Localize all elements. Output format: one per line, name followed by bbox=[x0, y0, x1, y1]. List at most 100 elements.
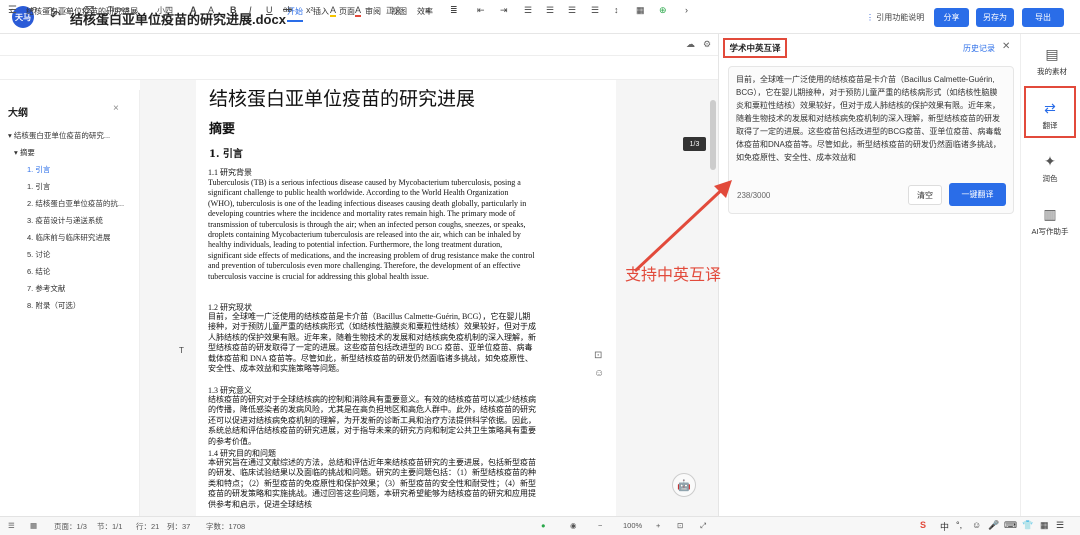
zoom-level[interactable]: 100% bbox=[623, 521, 642, 530]
emoji-icon[interactable]: ☺ bbox=[594, 368, 604, 379]
outline-item[interactable]: ▾ 结核蛋白亚单位疫苗的研究... bbox=[8, 130, 110, 141]
ime-cn-icon[interactable]: 中 bbox=[940, 520, 949, 533]
outdent-icon[interactable]: ⇤ bbox=[477, 5, 485, 16]
outline-item[interactable]: 3. 疫苗设计与递送系统 bbox=[27, 215, 103, 226]
align-center-icon[interactable]: ☰ bbox=[546, 5, 554, 16]
zoom-out-icon[interactable]: − bbox=[598, 521, 602, 530]
outline-item[interactable]: 2. 结核蛋白亚单位疫苗的抗... bbox=[27, 198, 124, 209]
save-as-button[interactable]: 另存为 bbox=[976, 8, 1014, 27]
underline-button[interactable]: U bbox=[266, 5, 273, 15]
fit-page-icon[interactable]: ⊡ bbox=[677, 521, 683, 530]
highlight-button[interactable]: A bbox=[330, 5, 337, 17]
history-link[interactable]: 历史记录 bbox=[963, 43, 995, 54]
grow-font-icon[interactable]: A bbox=[190, 5, 197, 15]
align-left-icon[interactable]: ☰ bbox=[524, 5, 532, 16]
tab-page[interactable]: 页面 bbox=[339, 6, 355, 17]
status-col: 列：37 bbox=[167, 522, 191, 531]
outline-item[interactable]: ▾ 摘要 bbox=[14, 147, 35, 158]
cite-help-link[interactable]: 引用功能说明 bbox=[866, 12, 924, 23]
clear-button[interactable]: 清空 bbox=[908, 185, 942, 205]
status-section: 节：1/1 bbox=[97, 522, 123, 531]
style-select[interactable]: 正文 bbox=[386, 5, 402, 16]
align-right-icon[interactable]: ☰ bbox=[568, 5, 576, 16]
format-painter-icon[interactable]: ⌂ bbox=[64, 5, 69, 15]
spellcheck-icon[interactable]: ● bbox=[541, 521, 546, 530]
keyboard-icon[interactable]: ⌨ bbox=[1004, 520, 1017, 531]
outline-item[interactable]: 8. 附录（可选） bbox=[27, 300, 80, 311]
rail-materials[interactable]: ▤ 我的素材 bbox=[1022, 46, 1080, 77]
outline-item[interactable]: 5. 讨论 bbox=[27, 249, 50, 260]
mic-icon[interactable]: 🎤 bbox=[988, 520, 999, 531]
translate-panel-title: 学术中英互译 bbox=[723, 38, 787, 58]
text-cursor-mark: T bbox=[179, 346, 184, 355]
zoom-in-icon[interactable]: + bbox=[656, 521, 660, 530]
page-number-tag: 1/3 bbox=[683, 137, 706, 151]
redo-icon[interactable]: ↷ bbox=[47, 5, 55, 16]
size-select[interactable]: 小四 bbox=[157, 5, 173, 16]
menu-tray-icon[interactable]: ☰ bbox=[1056, 520, 1064, 531]
status-row: 行：21 bbox=[136, 522, 160, 531]
emoji-tray-icon[interactable]: ☺ bbox=[972, 520, 981, 530]
border-icon[interactable]: ▦ bbox=[636, 5, 645, 16]
eraser-icon[interactable]: ⌫ bbox=[82, 5, 95, 16]
doc-heading-title: 结核蛋白亚单位疫苗的研究进展 bbox=[209, 88, 476, 110]
ime-s-icon[interactable]: S bbox=[920, 520, 926, 530]
font-color-button[interactable]: A bbox=[355, 5, 362, 17]
assistant-robot-icon[interactable]: 🤖 bbox=[672, 473, 696, 497]
rail-translate[interactable]: ⇄ 翻译 bbox=[1020, 100, 1080, 131]
comment-icon[interactable]: ⊡ bbox=[594, 350, 602, 361]
doc-subheading: 1.1 研究背景 bbox=[208, 168, 252, 177]
translate-button[interactable]: 一键翻译 bbox=[949, 183, 1006, 206]
export-button[interactable]: 导出 bbox=[1022, 8, 1064, 27]
format-toolbar bbox=[0, 56, 718, 80]
grid-icon[interactable]: ▦ bbox=[30, 521, 37, 530]
outline-item-selected[interactable]: 1. 引言 bbox=[27, 164, 50, 175]
font-select[interactable]: Times ... bbox=[108, 5, 138, 14]
strike-button[interactable]: ab bbox=[283, 5, 292, 14]
read-mode-icon[interactable]: ◉ bbox=[570, 521, 577, 530]
outline-item[interactable]: 1. 引言 bbox=[27, 181, 50, 192]
numbered-list-icon[interactable]: ≣ bbox=[450, 5, 458, 16]
doc-paragraph: 目前，全球唯一广泛使用的结核疫苗是卡介苗（Bacillus Calmette-G… bbox=[208, 312, 536, 374]
superscript-icon[interactable]: x² bbox=[306, 5, 314, 15]
translate-input-text[interactable]: 目前，全球唯一广泛使用的结核疫苗是卡介苗（Bacillus Calmette-G… bbox=[736, 73, 1004, 177]
tab-review[interactable]: 审阅 bbox=[365, 6, 381, 17]
cloud-icon[interactable]: ☁ bbox=[686, 39, 695, 50]
apps-icon[interactable]: ▦ bbox=[1040, 520, 1049, 531]
fullscreen-icon[interactable]: ⤢ bbox=[700, 521, 706, 531]
italic-button[interactable]: I bbox=[249, 5, 252, 15]
settings-icon[interactable]: ⚙ bbox=[703, 39, 711, 50]
doc-heading-abstract: 摘要 bbox=[209, 122, 236, 137]
insert-plus-icon[interactable]: ⊕ bbox=[659, 5, 667, 16]
share-button[interactable]: 分享 bbox=[934, 8, 969, 27]
annotation-label: 支持中英互译 bbox=[625, 267, 722, 284]
outline-item[interactable]: 6. 结论 bbox=[27, 266, 50, 277]
more-right-icon[interactable]: › bbox=[685, 5, 688, 15]
justify-icon[interactable]: ☰ bbox=[591, 5, 599, 16]
bold-button[interactable]: B bbox=[230, 5, 237, 15]
indent-icon[interactable]: ⇥ bbox=[500, 5, 508, 16]
undo-icon[interactable]: ↶ bbox=[30, 5, 38, 16]
status-bar bbox=[0, 516, 1080, 535]
punct-icon[interactable]: °, bbox=[956, 520, 962, 530]
close-icon[interactable]: × bbox=[113, 103, 119, 114]
line-spacing-icon[interactable]: ↕ bbox=[614, 5, 619, 15]
outline-toggle-icon[interactable]: ☰ bbox=[8, 521, 15, 530]
doc-paragraph: 本研究旨在通过文献综述的方法，总结和评估近年来结核疫苗研究的主要进展，包括新型疫… bbox=[208, 458, 536, 509]
rail-polish[interactable]: ✦ 润色 bbox=[1020, 153, 1080, 184]
list-icon[interactable]: ≡ bbox=[425, 5, 430, 15]
more-left-icon[interactable]: ‹ bbox=[10, 5, 13, 15]
polish-icon: ✦ bbox=[1044, 153, 1056, 169]
doc-paragraph: Tuberculosis (TB) is a serious infectiou… bbox=[208, 178, 535, 281]
shrink-font-icon[interactable]: A bbox=[208, 5, 214, 15]
outline-title: 大纲 bbox=[8, 108, 28, 119]
outline-item[interactable]: 4. 临床前与临床研究进展 bbox=[27, 232, 110, 243]
materials-icon: ▤ bbox=[1045, 46, 1059, 62]
doc-paragraph: 结核疫苗的研究对于全球结核病的控制和消除具有重要意义。有效的结核疫苗可以减少结核… bbox=[208, 395, 536, 446]
rail-ai-writer[interactable]: ▥ AI写作助手 bbox=[1020, 206, 1080, 237]
shirt-icon[interactable]: 👕 bbox=[1022, 520, 1033, 531]
close-icon[interactable]: ✕ bbox=[1002, 41, 1010, 52]
scrollbar[interactable] bbox=[710, 100, 716, 170]
tab-insert[interactable]: 插入 bbox=[313, 6, 329, 17]
outline-item[interactable]: 7. 参考文献 bbox=[27, 283, 65, 294]
